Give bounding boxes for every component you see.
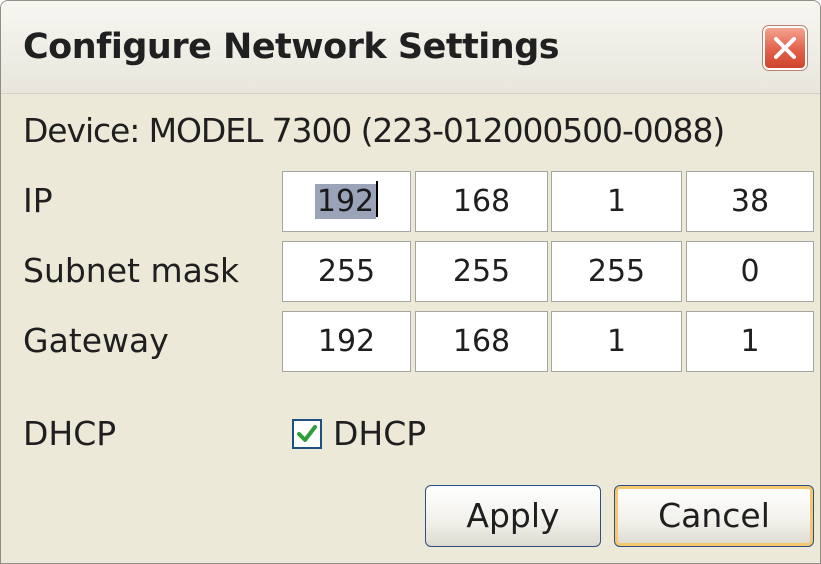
dhcp-checkbox-label[interactable]: DHCP: [333, 412, 426, 456]
close-icon: [774, 37, 796, 59]
dhcp-checkbox[interactable]: [292, 419, 322, 449]
gateway-octet-3-input[interactable]: 1: [551, 311, 682, 372]
close-button[interactable]: [762, 25, 808, 71]
gateway-octet-2-input[interactable]: 168: [415, 311, 548, 372]
subnet-octet-3-input[interactable]: 255: [551, 241, 682, 302]
ip-octet-1-value: 192: [314, 184, 377, 219]
text-caret: [376, 181, 379, 217]
gateway-octet-4-input[interactable]: 1: [686, 311, 814, 372]
ip-octet-4-input[interactable]: 38: [686, 171, 814, 232]
network-settings-dialog: Configure Network Settings Device: MODEL…: [0, 0, 821, 564]
ip-octet-1-input[interactable]: 192: [282, 171, 411, 232]
dhcp-label: DHCP: [23, 414, 117, 453]
apply-button[interactable]: Apply: [425, 485, 601, 547]
subnet-octet-4-input[interactable]: 0: [686, 241, 814, 302]
subnet-octet-1-input[interactable]: 255: [282, 241, 411, 302]
ip-octet-2-input[interactable]: 168: [415, 171, 548, 232]
subnet-mask-label: Subnet mask: [23, 251, 240, 290]
gateway-octet-1-input[interactable]: 192: [282, 311, 411, 372]
device-info: Device: MODEL 7300 (223-012000500-0088): [23, 111, 725, 150]
cancel-button[interactable]: Cancel: [614, 485, 814, 547]
subnet-octet-2-input[interactable]: 255: [415, 241, 548, 302]
gateway-label: Gateway: [23, 321, 169, 360]
title-bar[interactable]: Configure Network Settings: [1, 1, 820, 94]
ip-label: IP: [23, 181, 53, 220]
ip-octet-3-input[interactable]: 1: [551, 171, 682, 232]
window-title: Configure Network Settings: [23, 27, 560, 67]
checkmark-icon: [297, 425, 317, 442]
